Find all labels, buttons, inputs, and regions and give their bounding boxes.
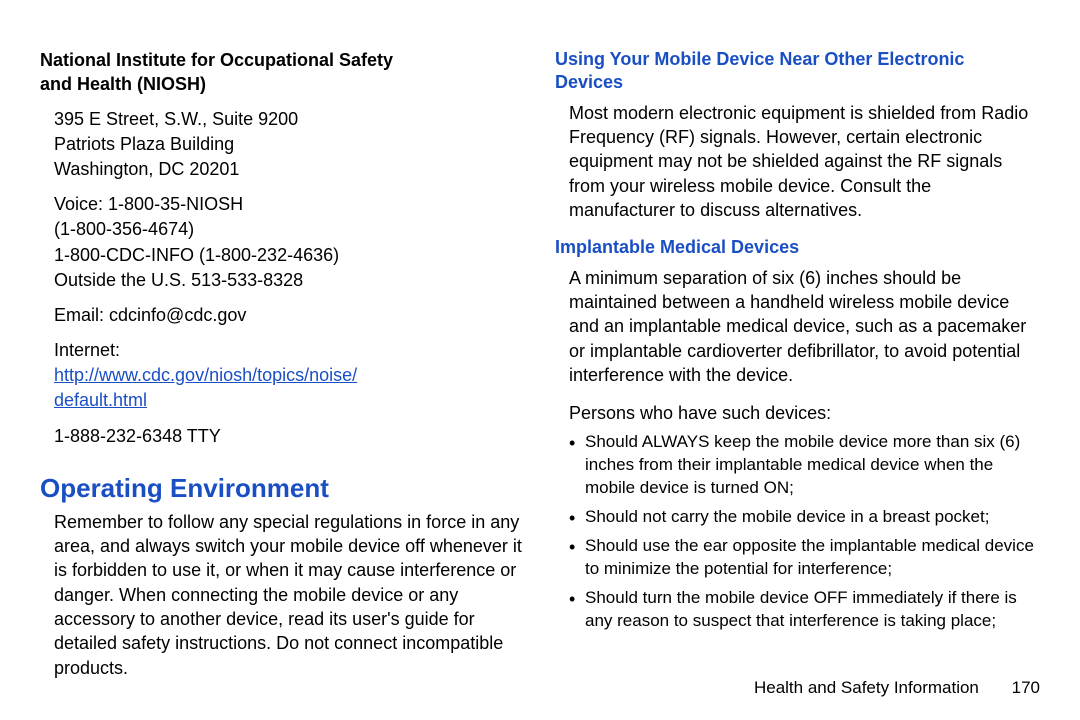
internet-block: Internet: http://www.cdc.gov/niosh/topic… (54, 338, 525, 414)
internet-link-l2[interactable]: default.html (54, 390, 147, 410)
address-block: 395 E Street, S.W., Suite 9200 Patriots … (54, 107, 525, 183)
right-column: Using Your Mobile Device Near Other Elec… (555, 48, 1040, 694)
left-column: National Institute for Occupational Safe… (40, 48, 525, 694)
voice-l1: Voice: 1-800-35-NIOSH (54, 194, 243, 214)
page-columns: National Institute for Occupational Safe… (40, 48, 1040, 694)
addr-line3: Washington, DC 20201 (54, 159, 239, 179)
niosh-heading-l2: and Health (NIOSH) (40, 74, 206, 94)
using-near-devices-heading: Using Your Mobile Device Near Other Elec… (555, 48, 1040, 95)
niosh-heading-l1: National Institute for Occupational Safe… (40, 50, 393, 70)
voice-block: Voice: 1-800-35-NIOSH (1-800-356-4674) 1… (54, 192, 525, 293)
implantable-para: A minimum separation of six (6) inches s… (569, 266, 1040, 387)
list-item: Should use the ear opposite the implanta… (569, 535, 1040, 581)
niosh-heading: National Institute for Occupational Safe… (40, 48, 525, 97)
list-item: Should turn the mobile device OFF immedi… (569, 587, 1040, 633)
using-near-devices-para: Most modern electronic equipment is shie… (569, 101, 1040, 222)
page-footer: Health and Safety Information 170 (754, 678, 1040, 698)
persons-intro: Persons who have such devices: (569, 401, 1040, 425)
footer-section: Health and Safety Information (754, 678, 979, 697)
operating-environment-para: Remember to follow any special regulatio… (54, 510, 525, 680)
footer-page-number: 170 (1012, 678, 1040, 697)
list-item: Should ALWAYS keep the mobile device mor… (569, 431, 1040, 500)
voice-l3: 1-800-CDC-INFO (1-800-232-4636) (54, 245, 339, 265)
list-item: Should not carry the mobile device in a … (569, 506, 1040, 529)
voice-l4: Outside the U.S. 513-533-8328 (54, 270, 303, 290)
voice-l2: (1-800-356-4674) (54, 219, 194, 239)
addr-line2: Patriots Plaza Building (54, 134, 234, 154)
internet-link-l1[interactable]: http://www.cdc.gov/niosh/topics/noise/ (54, 365, 357, 385)
addr-line1: 395 E Street, S.W., Suite 9200 (54, 109, 298, 129)
h2a-l2: Devices (555, 72, 623, 92)
implantable-heading: Implantable Medical Devices (555, 236, 1040, 259)
internet-label: Internet: (54, 340, 120, 360)
tty-line: 1-888-232-6348 TTY (54, 424, 525, 449)
operating-environment-heading: Operating Environment (40, 473, 525, 504)
email-block: Email: cdcinfo@cdc.gov (54, 303, 525, 328)
email-line: Email: cdcinfo@cdc.gov (54, 305, 246, 325)
h2a-l1: Using Your Mobile Device Near Other Elec… (555, 49, 964, 69)
implantable-bullets: Should ALWAYS keep the mobile device mor… (569, 431, 1040, 633)
